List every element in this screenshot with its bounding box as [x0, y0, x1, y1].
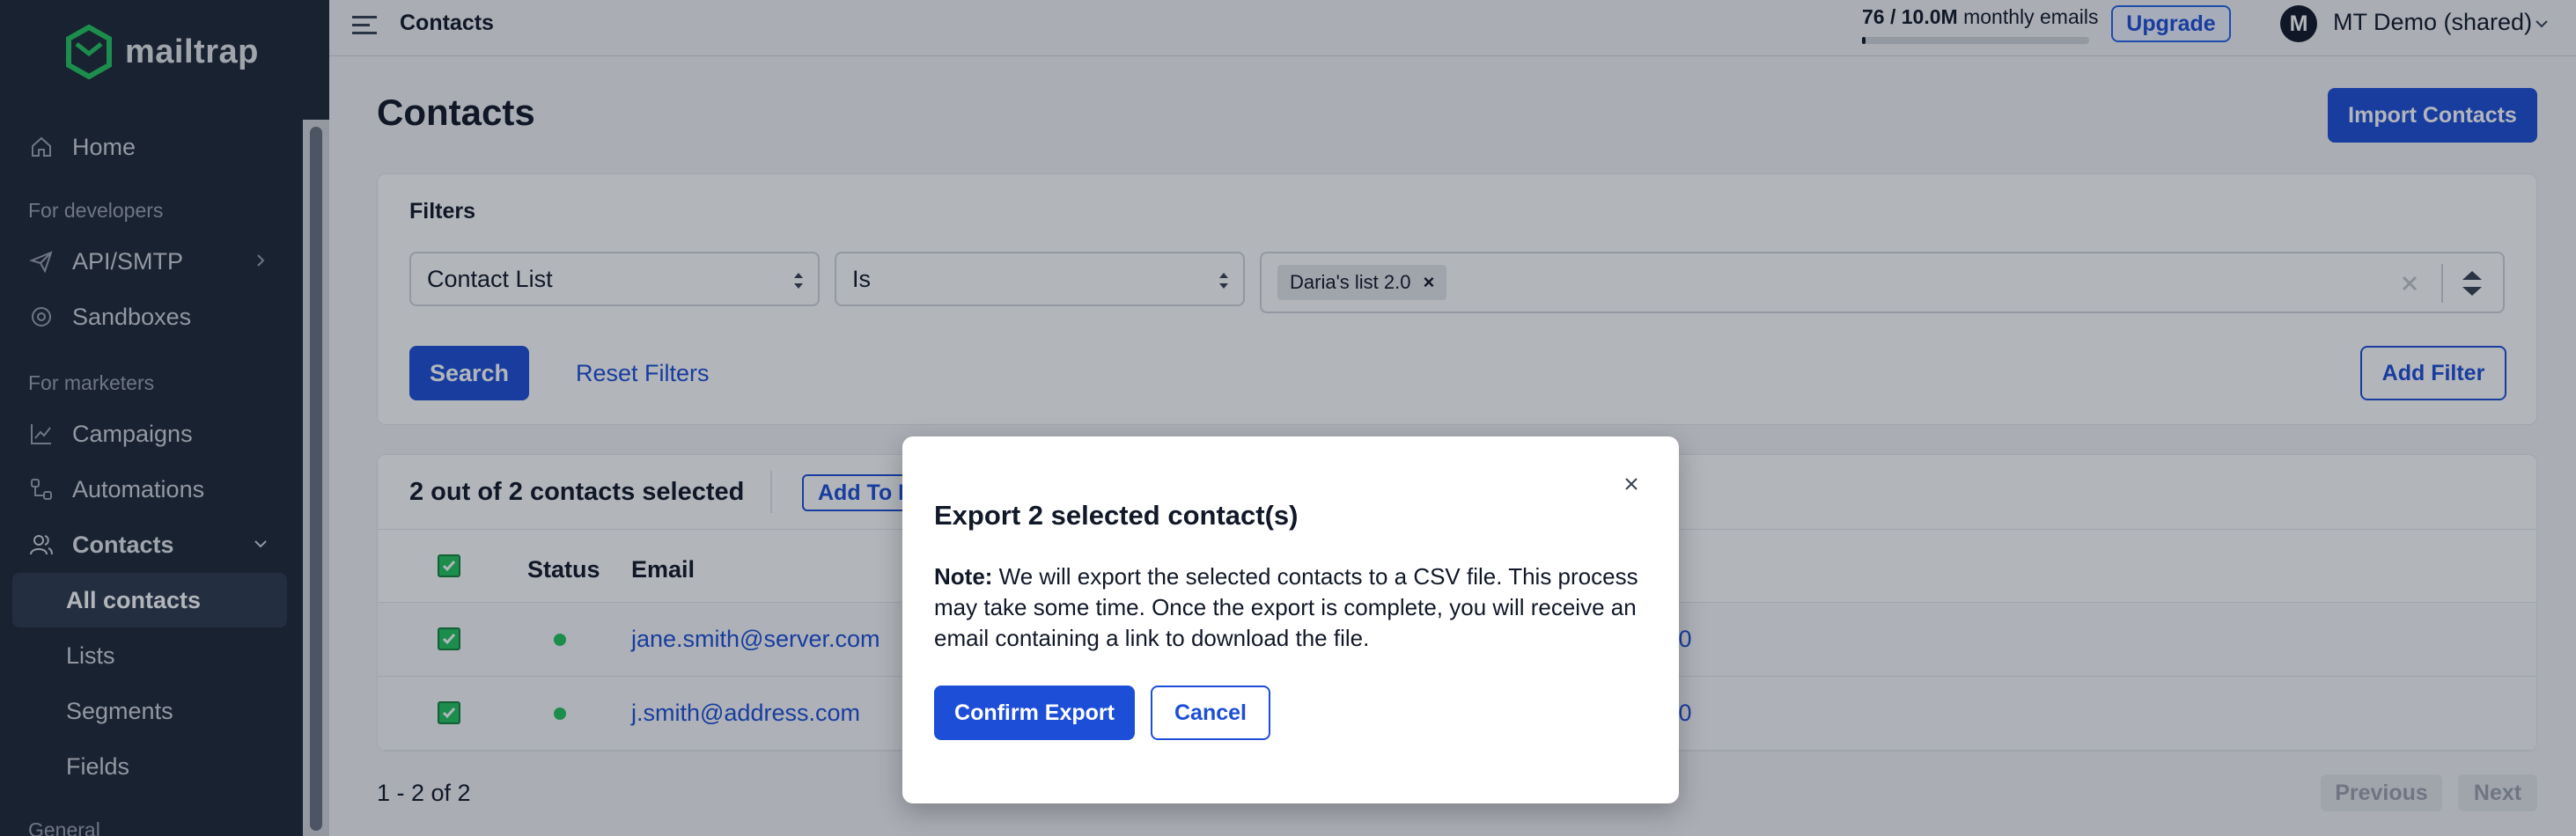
- confirm-export-button[interactable]: Confirm Export: [934, 686, 1135, 740]
- note-label: Note:: [934, 563, 993, 590]
- export-contacts-modal: Export 2 selected contact(s) Note: We wi…: [902, 436, 1679, 803]
- modal-body: Note: We will export the selected contac…: [934, 561, 1647, 654]
- close-icon[interactable]: [1621, 473, 1642, 495]
- note-text: We will export the selected contacts to …: [934, 563, 1638, 651]
- cancel-button[interactable]: Cancel: [1151, 686, 1270, 740]
- modal-title: Export 2 selected contact(s): [934, 500, 1299, 531]
